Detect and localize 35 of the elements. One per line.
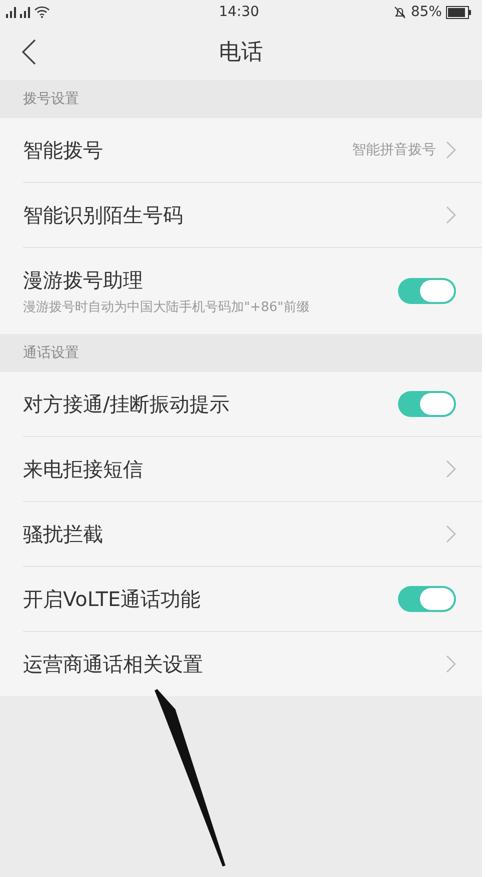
- settings-row[interactable]: 智能拨号 智能拼音拨号: [23, 118, 482, 183]
- battery-percent: 85%: [410, 4, 442, 20]
- settings-row[interactable]: 开启VoLTE通话功能: [23, 567, 482, 632]
- toggle-switch[interactable]: [398, 586, 456, 612]
- settings-row[interactable]: 对方接通/挂断振动提示: [23, 372, 482, 437]
- signal-icon: [20, 6, 30, 18]
- row-description: 漫游拨号时自动为中国大陆手机号码加"+86"前缀: [23, 298, 310, 316]
- bell-off-icon: [392, 5, 407, 19]
- back-icon[interactable]: [22, 39, 36, 65]
- page-title: 电话: [219, 39, 263, 67]
- chevron-icon: [446, 525, 456, 543]
- row-label: 骚扰拦截: [23, 520, 104, 548]
- wifi-icon: [34, 6, 50, 18]
- chevron-icon: [446, 655, 456, 673]
- toggle-switch[interactable]: [398, 278, 456, 304]
- settings-row[interactable]: 智能识别陌生号码: [23, 183, 482, 248]
- row-label: 来电拒接短信: [23, 456, 144, 482]
- status-time: 14:30: [218, 4, 260, 20]
- row-label: 开启VoLTE通话功能: [23, 586, 202, 612]
- row-label: 智能识别陌生号码: [23, 202, 184, 228]
- battery-icon: [446, 6, 472, 18]
- chevron-icon: [446, 206, 456, 224]
- chevron-icon: [446, 460, 456, 478]
- row-label: 智能拨号: [23, 136, 104, 164]
- toggle-switch[interactable]: [398, 391, 456, 417]
- settings-row[interactable]: 漫游拨号助理 漫游拨号时自动为中国大陆手机号码加"+86"前缀: [23, 248, 482, 334]
- row-label: 对方接通/挂断振动提示: [23, 390, 231, 418]
- signal-icon: [6, 6, 16, 18]
- row-label: 运营商通话相关设置: [23, 650, 204, 678]
- settings-row[interactable]: 来电拒接短信: [23, 437, 482, 502]
- chevron-icon: [446, 141, 456, 159]
- row-value: 智能拼音拨号: [352, 141, 436, 159]
- row-label: 漫游拨号助理: [23, 266, 144, 294]
- settings-row[interactable]: 骚扰拦截: [23, 502, 482, 567]
- settings-row[interactable]: 运营商通话相关设置: [23, 632, 482, 696]
